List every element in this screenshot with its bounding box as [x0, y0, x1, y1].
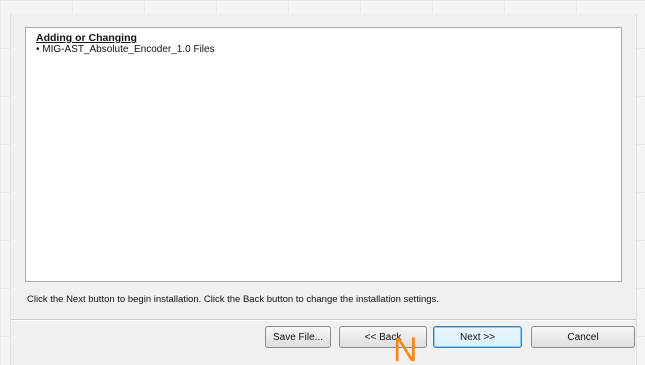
instructions-text: Click the Next button to begin installat… [27, 294, 439, 305]
summary-heading: Adding or Changing [36, 32, 137, 44]
separator-line [11, 319, 636, 321]
overlay-letter-glyph: N [393, 331, 418, 365]
installer-dialog: Adding or Changing • MIG-AST_Absolute_En… [10, 14, 637, 365]
installation-summary-box[interactable]: Adding or Changing • MIG-AST_Absolute_En… [25, 27, 622, 282]
save-file-button[interactable]: Save File... [265, 326, 331, 348]
cancel-button[interactable]: Cancel [531, 326, 635, 348]
next-button[interactable]: Next >> [433, 326, 522, 348]
summary-item: • MIG-AST_Absolute_Encoder_1.0 Files [36, 44, 215, 55]
